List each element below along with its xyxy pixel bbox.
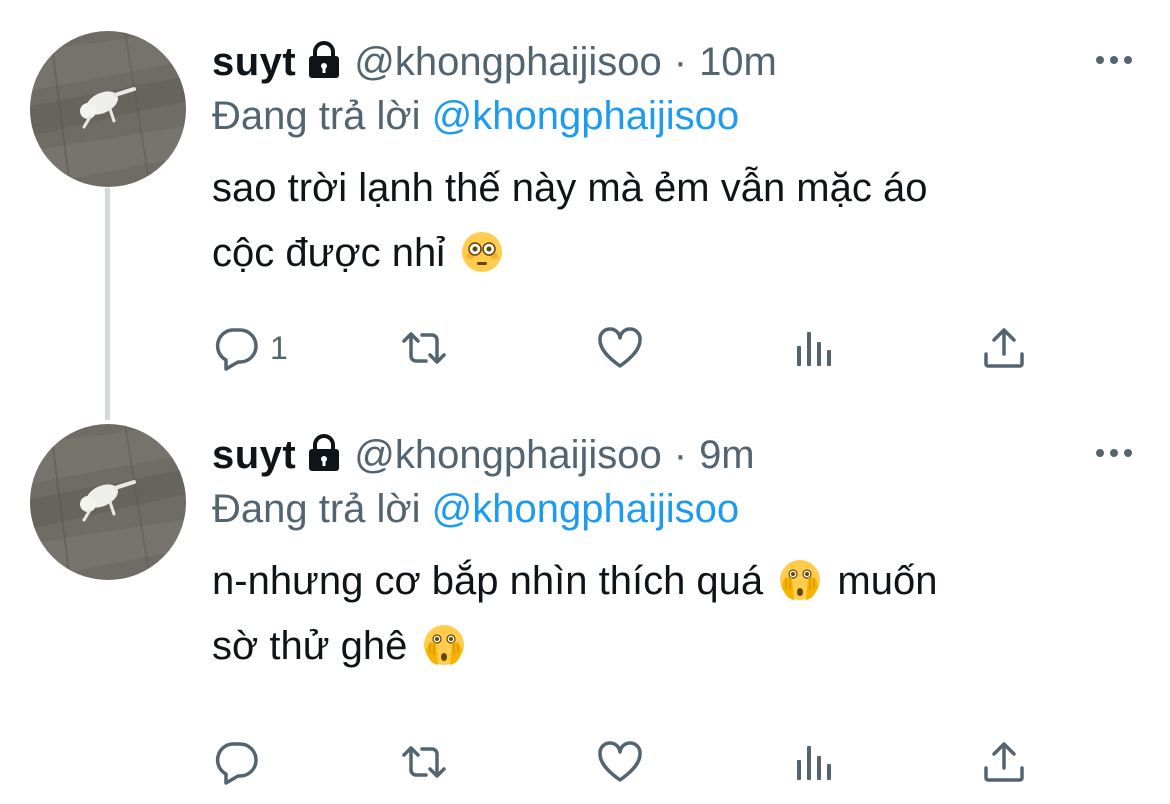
username-handle[interactable]: @khongphaijisoo [354,38,661,86]
display-name[interactable]: suyt [212,431,296,479]
username-handle[interactable]: @khongphaijisoo [354,431,661,479]
replying-to: Đang trả lời @khongphaijisoo [212,92,1132,140]
retweet-icon [400,738,448,786]
lock-icon [304,40,344,80]
reply-count: 1 [270,329,288,366]
tweet-text: n-nhưng cơ bắp nhìn thích quá muốn sờ th… [212,549,1132,679]
tweet-content: suyt @khongphaijisoo · 9m Đang trả lời @… [212,431,1132,679]
tweet-header: suyt @khongphaijisoo · 9m [212,431,1132,479]
like-button[interactable] [596,323,644,373]
retweet-button[interactable] [400,737,448,787]
display-name[interactable]: suyt [212,38,296,86]
flushed-face-emoji-icon [460,230,504,274]
timestamp[interactable]: 10m [699,38,777,86]
reply-button[interactable]: 1 [212,323,288,373]
replying-to-handle[interactable]: @khongphaijisoo [432,94,739,138]
more-dots-icon[interactable] [1094,52,1134,68]
avatar[interactable] [30,424,186,580]
retweet-button[interactable] [400,323,448,373]
lock-icon [304,433,344,473]
tweet[interactable]: suyt @khongphaijisoo · 9m Đang trả lời @… [0,393,1170,804]
timestamp[interactable]: 9m [699,431,755,479]
share-button[interactable] [980,737,1028,787]
tweet-text-line: n-nhưng cơ bắp nhìn thích quá muốn [212,549,1132,614]
views-bars-icon [789,738,837,786]
avatar[interactable] [30,31,186,187]
face-with-peeking-eye-emoji-icon [422,623,466,667]
replying-to-label: Đang trả lời [212,487,421,531]
share-upload-icon [980,738,1028,786]
like-button[interactable] [596,737,644,787]
replying-to-handle[interactable]: @khongphaijisoo [432,487,739,531]
reply-bubble-icon [212,738,260,786]
reply-button[interactable] [212,737,270,787]
separator-dot: · [673,40,688,84]
replying-to: Đang trả lời @khongphaijisoo [212,485,1132,533]
reply-bubble-icon [212,324,260,372]
more-dots-icon[interactable] [1094,445,1134,461]
tweet-text-segment: muốn [837,559,938,603]
tweet-actions: 1 [212,323,1032,373]
tweet-text-line: sờ thử ghê [212,614,1132,679]
tweet-text-segment: cộc được nhỉ [212,231,446,275]
views-button[interactable] [789,737,837,787]
tweet[interactable]: suyt @khongphaijisoo · 10m Đang trả lời … [0,0,1170,393]
tweet-text-line: cộc được nhỉ [212,221,1132,286]
separator-dot: · [673,433,688,477]
views-button[interactable] [789,323,837,373]
replying-to-label: Đang trả lời [212,94,421,138]
share-button[interactable] [980,323,1028,373]
face-with-peeking-eye-emoji-icon [778,558,822,602]
share-upload-icon [980,324,1028,372]
heart-icon [596,738,644,786]
tweet-text-line: sao trời lạnh thế này mà ẻm vẫn mặc áo [212,166,928,210]
tweet-text-segment: n-nhưng cơ bắp nhìn thích quá [212,559,764,603]
tweet-text: sao trời lạnh thế này mà ẻm vẫn mặc áo c… [212,156,1132,286]
views-bars-icon [789,324,837,372]
heart-icon [596,324,644,372]
tweet-content: suyt @khongphaijisoo · 10m Đang trả lời … [212,38,1132,286]
tweet-header: suyt @khongphaijisoo · 10m [212,38,1132,86]
retweet-icon [400,324,448,372]
tweet-text-segment: sờ thử ghê [212,624,408,668]
tweet-actions [212,737,1032,787]
